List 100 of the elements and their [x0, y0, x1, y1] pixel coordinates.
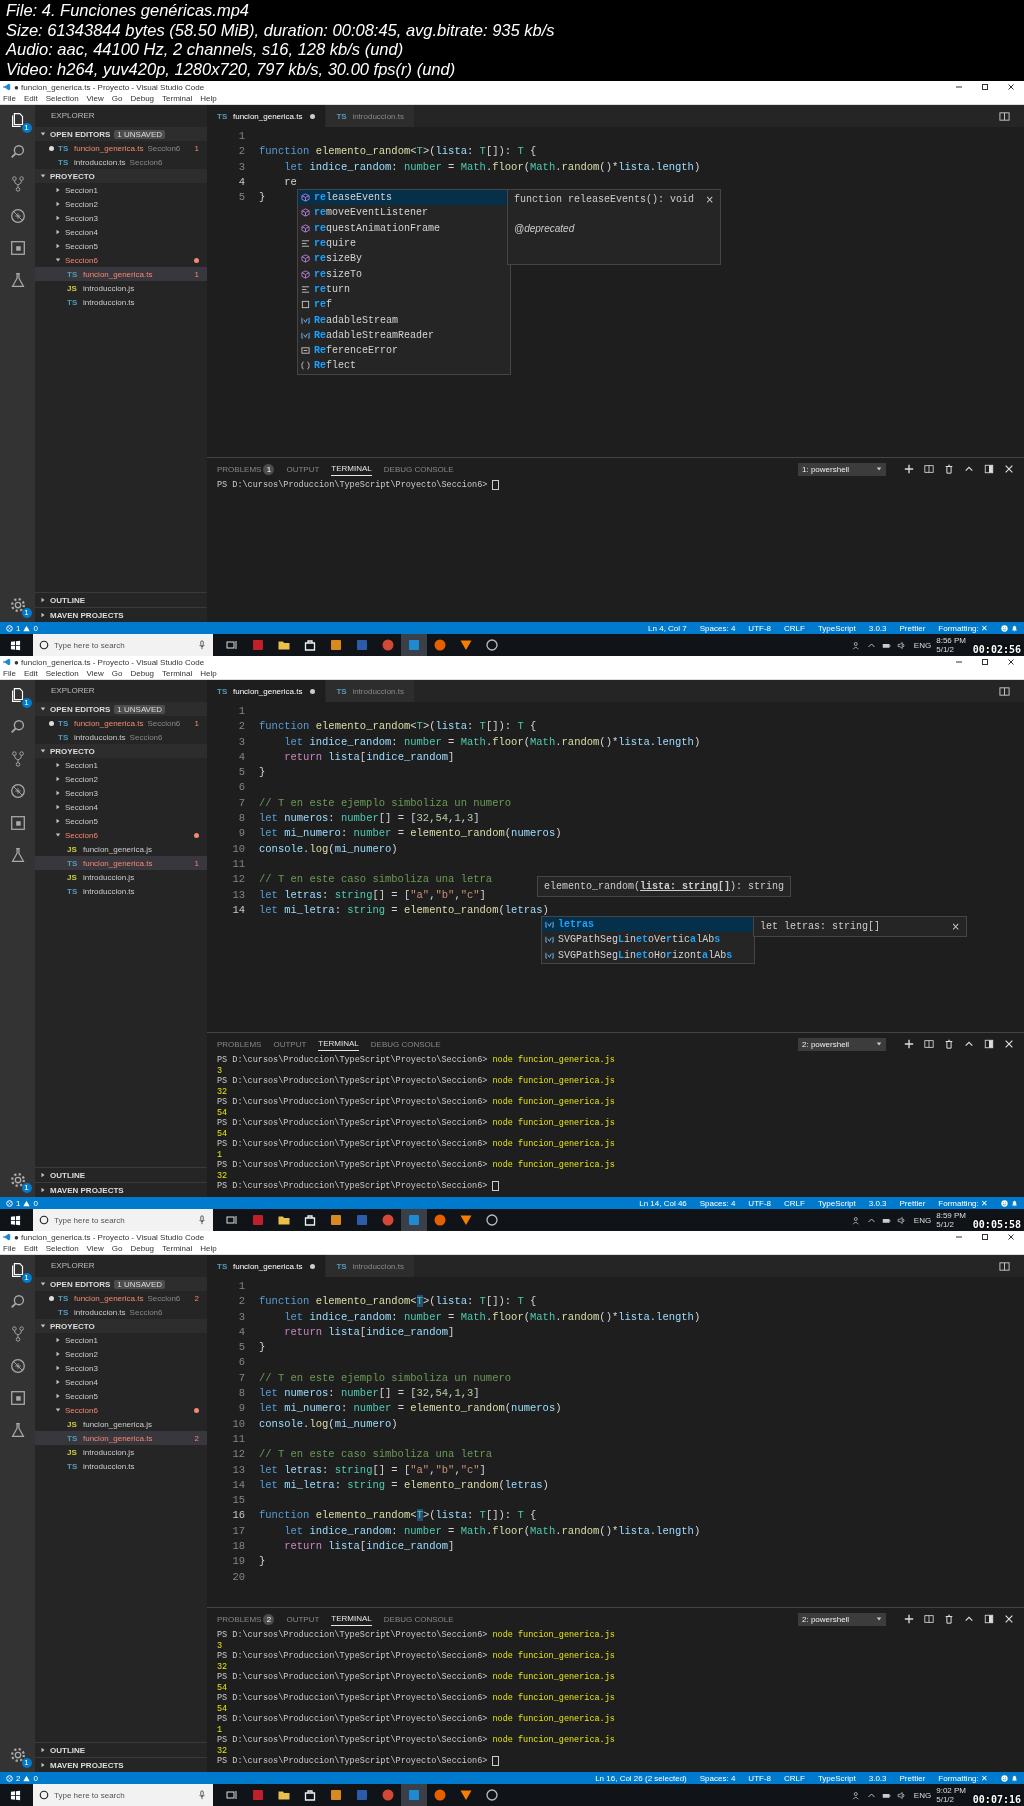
menu-item[interactable]: Terminal: [162, 1244, 193, 1253]
file-tree-item[interactable]: Seccion1: [35, 758, 207, 772]
menu-item[interactable]: File: [3, 669, 16, 678]
section-header[interactable]: MAVEN PROJECTS: [50, 1185, 124, 1195]
bell-icon[interactable]: [1011, 1774, 1018, 1782]
menu-item[interactable]: Debug: [130, 669, 155, 678]
file-tree-item[interactable]: Seccion4: [35, 800, 207, 814]
speaker-icon[interactable]: [896, 640, 906, 650]
suggestion-item[interactable]: SVGPathSegLinetoHorizontalAbs: [542, 947, 754, 963]
menu-item[interactable]: File: [3, 94, 16, 103]
menu-item[interactable]: Help: [200, 1244, 217, 1253]
menu-item[interactable]: Go: [111, 669, 123, 678]
plus-icon[interactable]: [904, 464, 914, 474]
search-input[interactable]: Type here to search: [54, 640, 192, 650]
split-editor-icon[interactable]: [999, 685, 1010, 697]
taskbar-search-bar[interactable]: Type here to search: [33, 1209, 213, 1231]
status-item[interactable]: Prettier: [899, 1198, 926, 1208]
taskbar-search-bar[interactable]: Type here to search: [33, 634, 213, 656]
trash-icon[interactable]: [944, 1614, 954, 1624]
warning-icon[interactable]: [23, 1774, 31, 1782]
panel-tab[interactable]: DEBUG CONSOLE: [383, 1612, 454, 1626]
trash-icon[interactable]: [944, 464, 954, 474]
error-count[interactable]: 1: [16, 1198, 21, 1208]
file-tree-item[interactable]: Seccion1: [35, 183, 207, 197]
status-item[interactable]: TypeScript: [817, 623, 856, 633]
menu-item[interactable]: Help: [200, 669, 217, 678]
language-indicator[interactable]: ENG: [913, 1790, 932, 1800]
editor-tab[interactable]: TS introduccion.ts: [326, 680, 415, 702]
error-icon[interactable]: [6, 624, 13, 632]
menu-item[interactable]: Edit: [23, 1244, 38, 1253]
chevron-down-icon[interactable]: [40, 1281, 46, 1287]
file-tree-item[interactable]: Seccion1: [35, 1333, 207, 1347]
microphone-icon[interactable]: [197, 1215, 207, 1225]
file-tree-item[interactable]: Seccion3: [35, 211, 207, 225]
file-tree-item[interactable]: Seccion6: [35, 1403, 207, 1417]
status-item[interactable]: Formatting: ✕: [938, 1773, 988, 1783]
section-header[interactable]: OUTLINE: [50, 595, 86, 605]
suggestion-item[interactable]: requestAnimationFrame: [298, 220, 510, 236]
taskbar-clock[interactable]: 8:59 PM 5/1/2: [936, 1211, 966, 1229]
panel-tab[interactable]: TERMINAL: [331, 462, 372, 476]
menu-item[interactable]: Debug: [130, 94, 155, 103]
close-icon[interactable]: [1004, 1039, 1014, 1049]
menu-item[interactable]: Selection: [45, 94, 79, 103]
maximize-panel-icon[interactable]: [984, 1039, 994, 1049]
menu-item[interactable]: Selection: [45, 1244, 79, 1253]
section-header[interactable]: PROYECTO: [50, 746, 95, 756]
suggestion-item[interactable]: require: [298, 235, 510, 252]
panel-tab[interactable]: OUTPUT: [286, 1612, 320, 1626]
section-header[interactable]: OPEN EDITORS: [50, 129, 111, 139]
debug-icon[interactable]: [8, 207, 27, 225]
error-icon[interactable]: [6, 1199, 13, 1207]
section-header[interactable]: MAVEN PROJECTS: [50, 1760, 124, 1770]
panel-tab[interactable]: DEBUG CONSOLE: [383, 462, 454, 476]
close-icon[interactable]: [1006, 657, 1016, 667]
code-editor-app-icon[interactable]: [401, 1208, 427, 1231]
suggestion-item[interactable]: ReferenceError: [298, 342, 510, 359]
suggestion-item[interactable]: resizeBy: [298, 251, 510, 267]
smiley-icon[interactable]: [1001, 624, 1008, 632]
terminal-dropdown[interactable]: 1: powershell: [798, 462, 886, 476]
terminal-dropdown[interactable]: 2: powershell: [798, 1037, 886, 1051]
status-item[interactable]: Formatting: ✕: [938, 1198, 988, 1208]
file-tree-item[interactable]: TS introduccion.ts: [35, 295, 207, 309]
status-item[interactable]: Ln 14, Col 46: [639, 1198, 687, 1208]
error-count[interactable]: 1: [16, 623, 21, 633]
file-tree-item[interactable]: JS introduccion.js: [35, 870, 207, 884]
file-tree-item[interactable]: Seccion4: [35, 225, 207, 239]
bell-icon[interactable]: [1011, 624, 1018, 632]
people-icon[interactable]: [851, 640, 861, 650]
plus-icon[interactable]: [904, 1039, 914, 1049]
extensions-icon[interactable]: [8, 1389, 27, 1407]
panel-tab[interactable]: OUTPUT: [286, 462, 320, 476]
search-icon[interactable]: [8, 143, 27, 161]
status-item[interactable]: UTF-8: [748, 623, 772, 633]
menu-item[interactable]: File: [3, 1244, 16, 1253]
file-tree-item[interactable]: JS funcion_generica.js: [35, 1417, 207, 1431]
editor-tab[interactable]: TS funcion_generica.ts: [207, 680, 327, 702]
status-item[interactable]: UTF-8: [748, 1773, 772, 1783]
open-editor-item[interactable]: TS funcion_generica.ts Seccion6 2: [35, 1291, 207, 1305]
split-terminal-icon[interactable]: [924, 1039, 934, 1049]
section-header[interactable]: PROYECTO: [50, 171, 95, 181]
search-icon[interactable]: [8, 718, 27, 736]
maximize-icon[interactable]: [980, 82, 990, 92]
code-editor-app-icon[interactable]: [401, 633, 427, 656]
file-tree-item[interactable]: Seccion2: [35, 772, 207, 786]
maximize-panel-icon[interactable]: [984, 1614, 994, 1624]
chevron-right-icon[interactable]: [40, 1747, 46, 1753]
people-icon[interactable]: [851, 1215, 861, 1225]
editor-tab[interactable]: TS funcion_generica.ts: [207, 1255, 327, 1277]
suggestion-item[interactable]: resizeTo: [298, 266, 510, 282]
debug-icon[interactable]: [8, 1357, 27, 1375]
chevron-right-icon[interactable]: [40, 1172, 46, 1178]
panel-tab[interactable]: OUTPUT: [273, 1037, 307, 1051]
file-tree-item[interactable]: Seccion6: [35, 253, 207, 267]
status-item[interactable]: CRLF: [784, 1773, 805, 1783]
suggestion-item[interactable]: SVGPathSegLinetoVerticalAbs: [542, 932, 754, 948]
taskbar-search-bar[interactable]: Type here to search: [33, 1784, 213, 1806]
menu-item[interactable]: Go: [111, 94, 123, 103]
panel-tab[interactable]: TERMINAL: [331, 1612, 372, 1626]
close-icon[interactable]: [1004, 464, 1014, 474]
close-icon[interactable]: [1006, 82, 1016, 92]
